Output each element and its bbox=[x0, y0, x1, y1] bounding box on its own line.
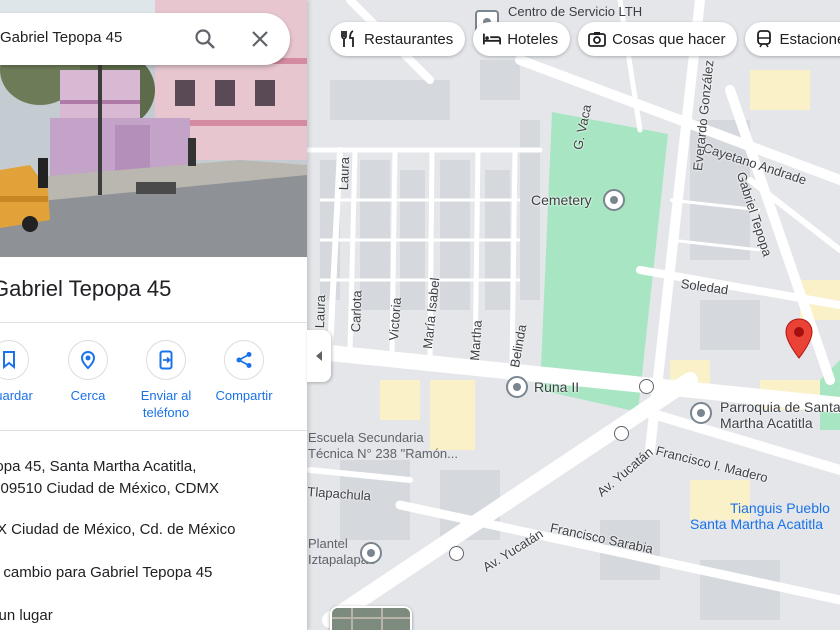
label-carlota: Carlota bbox=[348, 290, 365, 333]
suggest-edit-link[interactable]: Sugerir un cambio para Gabriel Tepopa 45 bbox=[0, 562, 212, 584]
send-to-phone-label: Enviar al teléfono bbox=[140, 388, 192, 420]
search-box[interactable]: Gabriel Tepopa 45 bbox=[0, 13, 290, 65]
plus-code[interactable]: Q5XX Ciudad de México, Cd. de México bbox=[0, 519, 235, 541]
action-buttons: Guardar Cerca Enviar al teléfono Compart… bbox=[0, 340, 307, 420]
nearby-label: Cerca bbox=[70, 388, 106, 403]
label-tianguis-1: Tianguis Pueblo bbox=[730, 500, 830, 516]
camera-icon bbox=[588, 30, 606, 48]
chip-hoteles[interactable]: Hoteles bbox=[473, 22, 571, 56]
chip-label: Hoteles bbox=[507, 30, 559, 48]
label-cemetery: Cemetery bbox=[531, 192, 592, 208]
cemetery-icon[interactable] bbox=[603, 189, 625, 211]
label-laura-2: Laura bbox=[312, 294, 329, 329]
close-icon[interactable] bbox=[248, 27, 272, 51]
bookmark-icon bbox=[0, 340, 29, 380]
place-panel: Gabriel Tepopa 45 Gabriel Tepopa 45 Guar… bbox=[0, 0, 307, 630]
send-to-phone-icon bbox=[146, 340, 186, 380]
nearby-button[interactable]: Cerca bbox=[43, 340, 133, 404]
address-line-1[interactable]: Gabriel Tepopa 45, Santa Martha Acatitla… bbox=[0, 456, 196, 478]
place-title: Gabriel Tepopa 45 bbox=[0, 276, 172, 301]
bed-icon bbox=[483, 30, 502, 48]
school-icon[interactable] bbox=[360, 542, 382, 564]
label-martha: Martha bbox=[467, 319, 485, 362]
chip-estaciones[interactable]: Estaciones bbox=[745, 22, 840, 56]
search-icon[interactable] bbox=[193, 27, 217, 51]
fork-knife-icon bbox=[340, 30, 358, 48]
location-pin-icon[interactable] bbox=[784, 318, 814, 360]
label-tianguis-2: Santa Martha Acatitla bbox=[690, 516, 824, 532]
divider bbox=[0, 430, 307, 431]
category-chips: Restaurantes Hoteles Cosas que hacer Est… bbox=[330, 22, 840, 56]
label-victoria: Victoria bbox=[386, 296, 404, 342]
label-centro-servicio: Centro de Servicio LTH bbox=[508, 4, 643, 19]
label-escuela-1: Escuela Secundaria bbox=[308, 430, 424, 445]
label-plantel-1: Plantel bbox=[308, 536, 348, 551]
chip-label: Cosas que hacer bbox=[612, 30, 726, 48]
train-icon bbox=[755, 30, 773, 48]
label-runa-ii: Runa II bbox=[534, 379, 580, 395]
send-to-phone-button[interactable]: Enviar al teléfono bbox=[121, 340, 211, 421]
collapse-panel-button[interactable] bbox=[307, 330, 331, 382]
church-icon[interactable] bbox=[690, 402, 712, 424]
bus-stop-icon[interactable] bbox=[449, 546, 464, 561]
search-input[interactable]: Gabriel Tepopa 45 bbox=[0, 29, 122, 46]
bus-stop-icon[interactable] bbox=[614, 426, 629, 441]
add-place-link[interactable]: Agregar un lugar bbox=[0, 605, 53, 627]
label-parroquia-1: Parroquia de Santa bbox=[720, 399, 840, 415]
chip-label: Restaurantes bbox=[364, 30, 454, 48]
address-line-2[interactable]: Iztapalapa, 09510 Ciudad de México, CDMX bbox=[0, 478, 219, 500]
bus-stop-icon[interactable] bbox=[639, 379, 654, 394]
chip-cosas-que-hacer[interactable]: Cosas que hacer bbox=[578, 22, 738, 56]
chevron-left-icon bbox=[316, 351, 322, 361]
nearby-icon bbox=[68, 340, 108, 380]
share-icon bbox=[224, 340, 264, 380]
chip-restaurantes[interactable]: Restaurantes bbox=[330, 22, 466, 56]
chip-label: Estaciones bbox=[779, 30, 840, 48]
label-escuela-2: Técnica N° 238 "Ramón... bbox=[308, 446, 458, 461]
divider bbox=[0, 322, 307, 323]
share-button[interactable]: Compartir bbox=[199, 340, 289, 404]
label-laura-1: Laura bbox=[336, 156, 353, 191]
share-label: Compartir bbox=[215, 388, 273, 403]
runa-poi-icon[interactable] bbox=[506, 376, 528, 398]
layers-button[interactable] bbox=[330, 606, 412, 630]
label-parroquia-2: Martha Acatitla bbox=[720, 415, 813, 431]
